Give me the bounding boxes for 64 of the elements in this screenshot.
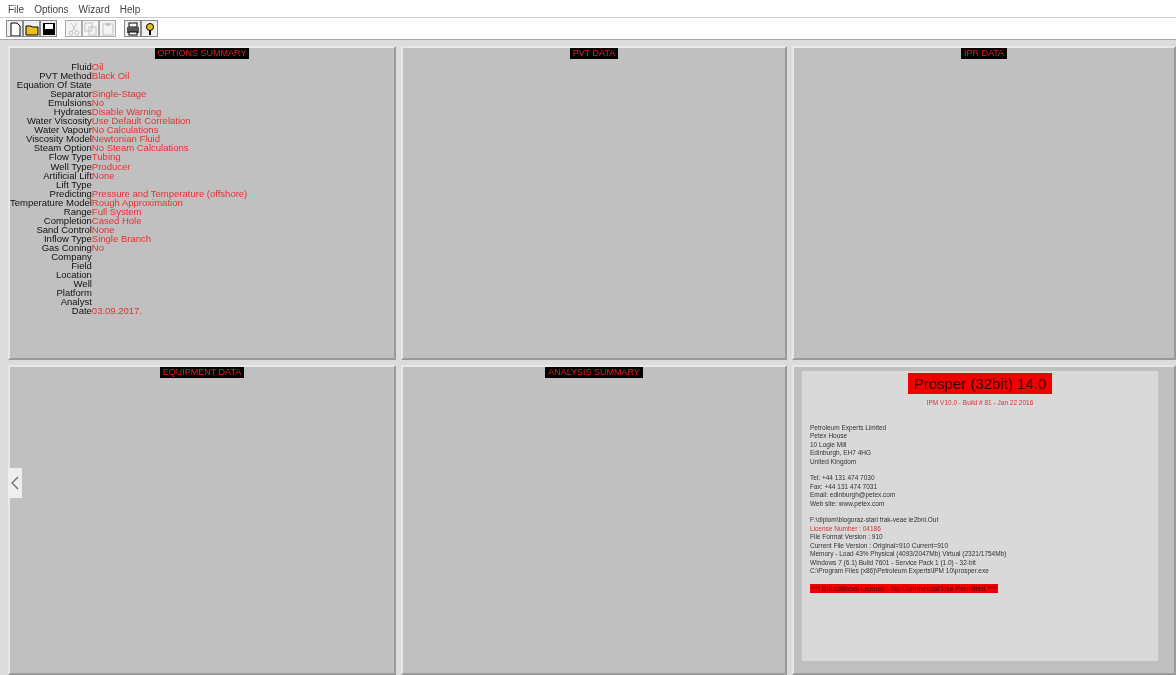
option-label: Sand Control	[35, 224, 92, 234]
option-value: 03.09.2017.	[91, 306, 144, 316]
option-value: None	[91, 170, 115, 180]
option-label: Steam Option	[33, 143, 92, 153]
copy-icon	[83, 21, 98, 36]
option-value: None	[91, 224, 115, 234]
menu-item[interactable]: Help	[119, 2, 141, 15]
page-button[interactable]	[6, 20, 23, 37]
option-label: Well Type	[49, 161, 92, 171]
option-label: Field	[71, 261, 92, 271]
menu-item[interactable]: Wizard	[78, 2, 110, 15]
page-icon	[7, 21, 22, 36]
panel-title: PVT DATA	[569, 48, 619, 59]
menu-item[interactable]: File	[8, 2, 25, 15]
menu-item[interactable]: Options	[34, 2, 69, 15]
option-value: Newtonian Fluid	[91, 134, 160, 144]
option-label: Location	[54, 270, 92, 280]
option-label: Equation Of State	[15, 80, 92, 90]
option-value: Cased Hole	[91, 215, 143, 225]
option-value: No Steam Calculations	[91, 143, 190, 153]
previous-button[interactable]	[8, 468, 22, 498]
option-value: Black Oil	[91, 71, 131, 81]
option-label: Analyst	[59, 297, 92, 307]
option-value: Producer	[91, 161, 132, 171]
scissors-icon	[66, 21, 81, 36]
option-value: Single-Stage	[91, 89, 148, 99]
option-label: Company	[50, 252, 92, 262]
option-value: No Calculations	[91, 125, 159, 135]
option-label: Viscosity Model	[25, 134, 92, 144]
printer-button[interactable]	[124, 20, 141, 37]
option-value: Tubing	[91, 152, 122, 162]
panel-title: OPTIONS SUMMARY	[154, 48, 250, 59]
option-value: Disable Warning	[91, 107, 162, 117]
save-button[interactable]	[40, 20, 57, 37]
option-value: Rough Approximation	[91, 197, 183, 207]
option-label: Inflow Type	[43, 233, 92, 243]
option-label: Fluid	[70, 62, 92, 72]
option-label: Range	[63, 206, 92, 216]
option-label: Water Viscosity	[25, 116, 92, 126]
option-label: Flow Type	[47, 152, 92, 162]
printer-icon	[125, 21, 140, 36]
option-value: Oil	[91, 62, 105, 72]
panel-title: IPR DATA	[960, 48, 1008, 59]
panel-title: ANALYSIS SUMMARY	[545, 367, 643, 378]
clipboard-icon	[100, 21, 115, 36]
option-label: Hydrates	[52, 107, 92, 117]
option-value: Single Branch	[91, 233, 152, 243]
option-value: Use Default Correlation	[91, 116, 192, 126]
product-title: Prosper (32bit) 14.0	[907, 373, 1053, 394]
option-label: Date	[71, 306, 92, 316]
option-label: Platform	[55, 288, 92, 298]
option-value: Pressure and Temperature (offshore)	[91, 188, 249, 198]
panel-title: EQUIPMENT DATA	[159, 367, 245, 378]
option-label: Water Vapour	[34, 125, 92, 135]
option-label: Separator	[50, 89, 92, 99]
folder-button[interactable]	[23, 20, 40, 37]
save-icon	[41, 21, 56, 36]
option-label: Well	[73, 279, 92, 289]
option-label: PVT Method	[39, 71, 92, 81]
option-label: Emulsions	[47, 98, 92, 108]
option-value: No	[91, 98, 104, 108]
chevron-left-icon	[11, 476, 19, 490]
option-value: No	[91, 242, 104, 252]
option-label: Lift Type	[56, 179, 92, 189]
